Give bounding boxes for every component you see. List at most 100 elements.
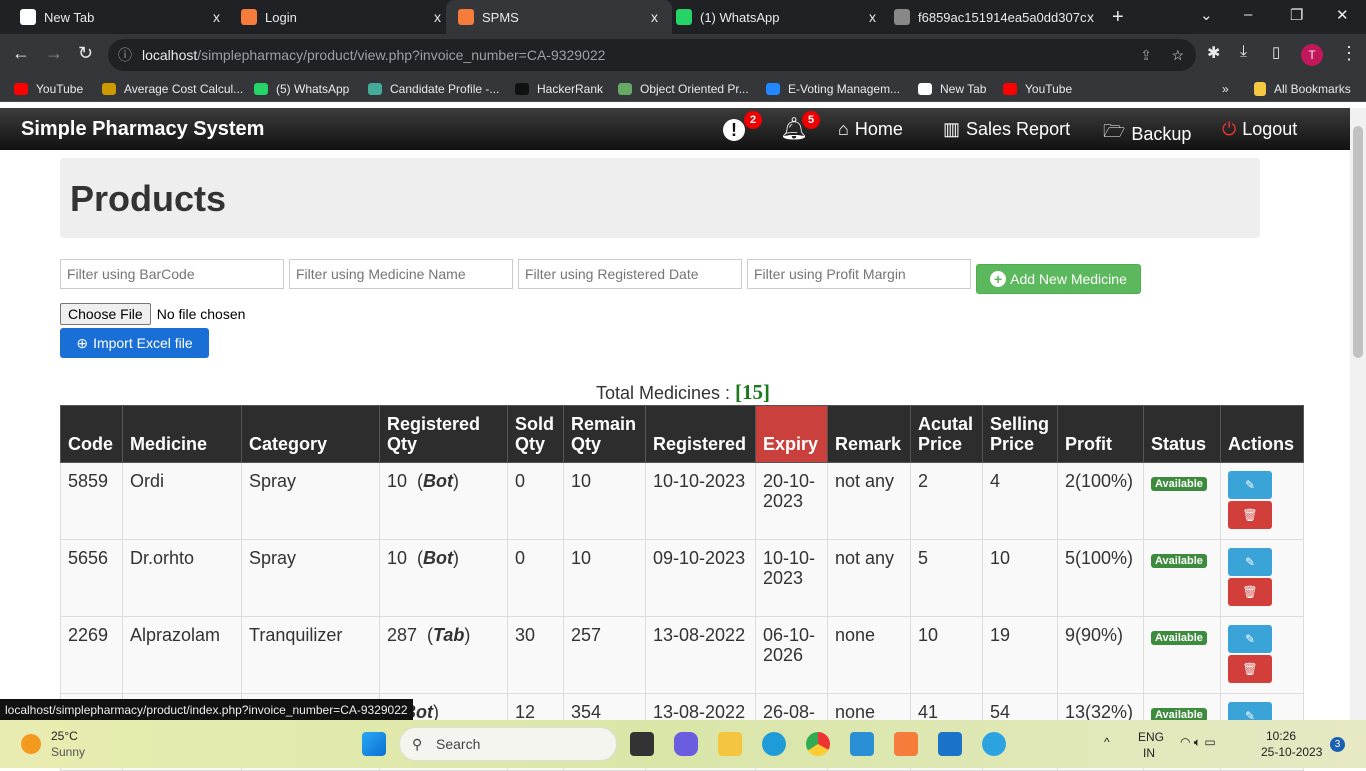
column-header[interactable]: Medicine bbox=[122, 405, 242, 463]
table-row: 2269 Alprazolam Tranquilizer 287 (Tab) 30 257… bbox=[60, 616, 1305, 694]
chrome-icon[interactable] bbox=[806, 732, 830, 756]
alerts-icon[interactable]: ! bbox=[723, 119, 745, 141]
column-header[interactable]: Category bbox=[241, 405, 380, 463]
browser-tab[interactable]: SPMS x bbox=[446, 0, 672, 34]
choose-file-button[interactable]: Choose File bbox=[60, 303, 151, 325]
column-header[interactable]: Sold Qty bbox=[507, 405, 564, 463]
delete-button[interactable]: 🗑︎ bbox=[1228, 501, 1273, 529]
bookmark-star-icon[interactable]: ☆ bbox=[1171, 39, 1184, 71]
import-excel-button[interactable]: ⊕ Import Excel file bbox=[60, 328, 209, 358]
telegram-icon[interactable] bbox=[982, 732, 1006, 756]
scrollbar-thumb[interactable] bbox=[1353, 126, 1363, 358]
tab-close-icon[interactable]: x bbox=[869, 9, 876, 25]
notification-badge[interactable]: 3 bbox=[1330, 737, 1345, 752]
tab-title: SPMS bbox=[482, 9, 519, 25]
forward-icon[interactable]: → bbox=[45, 43, 63, 64]
column-header[interactable]: Acutal Price bbox=[910, 405, 983, 463]
bookmark-item[interactable]: Candidate Profile -... bbox=[368, 82, 499, 96]
bookmark-item[interactable]: Object Oriented Pr... bbox=[618, 82, 749, 96]
tab-search-icon[interactable]: ⌄ bbox=[1200, 6, 1213, 24]
share-icon[interactable]: ⇪ bbox=[1140, 39, 1152, 71]
url-input[interactable]: ⓘ localhost/simplepharmacy/product/view.p… bbox=[108, 39, 1196, 71]
column-header[interactable]: Actions bbox=[1220, 405, 1305, 463]
column-header[interactable]: Status bbox=[1143, 405, 1222, 463]
region-label[interactable]: IN bbox=[1143, 746, 1155, 760]
column-header[interactable]: Code bbox=[60, 405, 123, 463]
side-panel-icon[interactable]: ▯ bbox=[1272, 43, 1280, 61]
tab-close-icon[interactable]: x bbox=[1087, 9, 1094, 25]
alerts-badge: 2 bbox=[744, 111, 762, 129]
browser-tab[interactable]: New Tab x bbox=[8, 0, 234, 34]
file-input[interactable]: Choose File No file chosen bbox=[60, 303, 245, 325]
all-bookmarks[interactable]: All Bookmarks bbox=[1254, 82, 1351, 96]
nav-home[interactable]: ⌂ Home bbox=[838, 119, 903, 140]
bookmark-item[interactable]: Average Cost Calcul... bbox=[102, 82, 243, 96]
file-explorer-icon[interactable] bbox=[718, 732, 742, 756]
profit-margin-filter-input[interactable] bbox=[747, 259, 971, 289]
nav-sales-report[interactable]: ▥ Sales Report bbox=[943, 119, 1070, 140]
l-app-icon[interactable] bbox=[938, 732, 962, 756]
delete-button[interactable]: 🗑︎ bbox=[1228, 655, 1273, 683]
xampp-icon[interactable] bbox=[894, 732, 918, 756]
back-icon[interactable]: ← bbox=[12, 43, 30, 64]
meet-icon[interactable] bbox=[674, 732, 698, 756]
column-header[interactable]: Remain Qty bbox=[563, 405, 646, 463]
column-header[interactable]: Expiry bbox=[755, 405, 828, 463]
medicine-name-filter-input[interactable] bbox=[289, 259, 513, 289]
browser-tab[interactable]: Login x bbox=[229, 0, 455, 34]
scrollbar[interactable] bbox=[1350, 108, 1366, 720]
column-header[interactable]: Remark bbox=[827, 405, 911, 463]
registered-date-filter-input[interactable] bbox=[518, 259, 742, 289]
nav-logout[interactable]: ⏻ Logout bbox=[1222, 119, 1297, 140]
edit-button[interactable]: ✎ bbox=[1228, 548, 1273, 576]
add-new-medicine-button[interactable]: + Add New Medicine bbox=[976, 264, 1141, 294]
tab-close-icon[interactable]: x bbox=[213, 9, 220, 25]
profile-avatar[interactable]: T bbox=[1301, 44, 1323, 66]
lang-label[interactable]: ENG bbox=[1138, 730, 1164, 744]
clock-date[interactable]: 25-10-2023 bbox=[1261, 745, 1322, 759]
edit-button[interactable]: ✎ bbox=[1228, 625, 1273, 653]
bookmark-item[interactable]: E-Voting Managem... bbox=[766, 82, 900, 96]
column-header[interactable]: Registered Qty bbox=[379, 405, 508, 463]
clock-time[interactable]: 10:26 bbox=[1266, 729, 1296, 743]
weather-condition[interactable]: Sunny bbox=[51, 745, 85, 759]
menu-icon[interactable]: ⋮ bbox=[1340, 43, 1358, 64]
plus-circle-icon: + bbox=[990, 271, 1007, 287]
bookmark-item[interactable]: New Tab bbox=[918, 82, 986, 96]
browser-tab[interactable]: (1) WhatsApp x bbox=[664, 0, 890, 34]
bookmark-favicon-icon bbox=[102, 83, 116, 95]
info-icon[interactable]: ⓘ bbox=[118, 39, 132, 71]
nav-backup[interactable]: 🗁 Backup bbox=[1103, 119, 1191, 149]
more-bookmarks[interactable]: » bbox=[1222, 82, 1229, 96]
task-view-icon[interactable] bbox=[630, 732, 654, 756]
column-header[interactable]: Profit bbox=[1057, 405, 1145, 463]
minimize-icon[interactable]: – bbox=[1244, 6, 1252, 23]
browser-tab[interactable]: f6859ac151914ea5a0dd307c x bbox=[882, 0, 1108, 34]
close-window-icon[interactable]: ✕ bbox=[1336, 6, 1349, 24]
edge-icon[interactable] bbox=[762, 732, 786, 756]
column-header[interactable]: Registered bbox=[645, 405, 756, 463]
vscode-icon[interactable] bbox=[850, 732, 874, 756]
delete-button[interactable]: 🗑︎ bbox=[1228, 578, 1273, 606]
bookmark-item[interactable]: YouTube bbox=[14, 82, 83, 96]
tab-close-icon[interactable]: x bbox=[434, 9, 441, 25]
tray-chevron-icon[interactable]: ^ bbox=[1104, 735, 1110, 749]
bookmark-item[interactable]: HackerRank bbox=[515, 82, 603, 96]
wifi-volume-battery-icons[interactable]: ◠ 🔈︎ ▭ bbox=[1180, 735, 1216, 750]
windows-start-icon[interactable] bbox=[362, 732, 386, 756]
column-header[interactable]: Selling Price bbox=[981, 405, 1059, 463]
extensions-icon[interactable]: ✱ bbox=[1207, 43, 1220, 63]
cell-remain: 10 bbox=[563, 539, 646, 617]
taskbar-search[interactable]: ⚲ Search bbox=[399, 727, 617, 761]
download-icon[interactable]: ⤓ bbox=[1240, 43, 1247, 61]
restore-icon[interactable]: ❐ bbox=[1290, 6, 1303, 24]
cell-qty: 10 (Bot) bbox=[379, 462, 508, 540]
bookmark-item[interactable]: YouTube bbox=[1003, 82, 1072, 96]
weather-temp[interactable]: 25°C bbox=[51, 729, 78, 743]
edit-button[interactable]: ✎ bbox=[1228, 471, 1273, 499]
reload-icon[interactable]: ↻ bbox=[78, 43, 93, 64]
barcode-filter-input[interactable] bbox=[60, 259, 284, 289]
brand[interactable]: Simple Pharmacy System bbox=[21, 118, 264, 141]
bookmark-item[interactable]: (5) WhatsApp bbox=[254, 82, 349, 96]
tab-close-icon[interactable]: x bbox=[651, 9, 658, 25]
